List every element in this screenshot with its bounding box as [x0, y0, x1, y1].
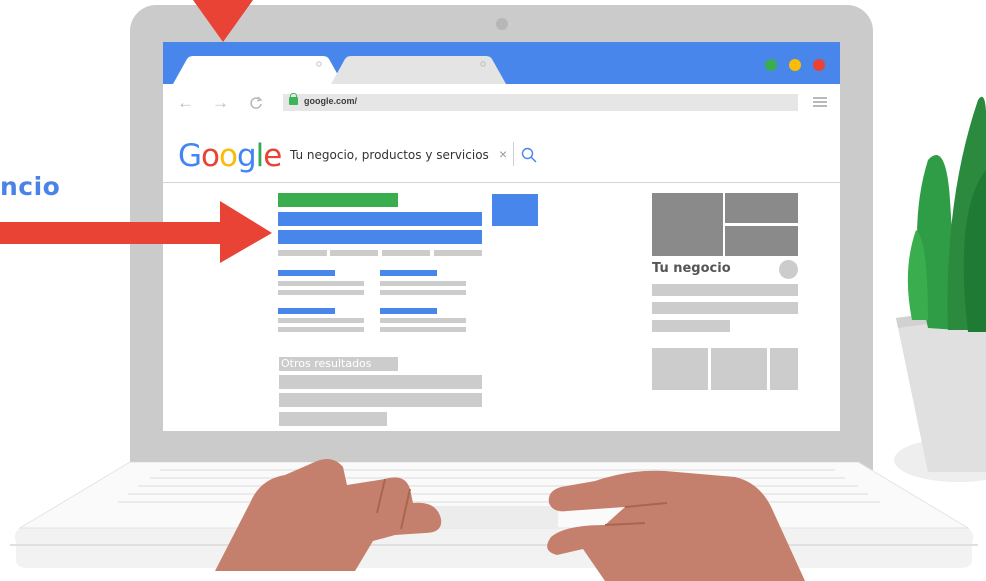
business-gallery-tile[interactable]: [652, 348, 708, 390]
ad-snippet-segment: [382, 250, 430, 256]
logo-letter: e: [263, 138, 282, 174]
menu-icon[interactable]: [813, 97, 827, 99]
forward-arrow-icon[interactable]: →: [212, 93, 229, 113]
search-icon[interactable]: [521, 147, 537, 163]
logo-letter: o: [219, 138, 238, 174]
clear-search-icon[interactable]: ×: [499, 146, 507, 162]
menu-icon-line: [813, 105, 827, 107]
business-avatar: [779, 260, 798, 279]
ad-snippet-segment: [434, 250, 482, 256]
ad-image-block[interactable]: [492, 194, 538, 226]
laptop-keyboard: [10, 462, 978, 568]
business-name: Tu negocio: [652, 261, 731, 276]
logo-letter: g: [236, 138, 257, 174]
sitelink-text: [380, 318, 466, 323]
sitelink-title[interactable]: [380, 308, 437, 314]
ad-title-bar-2[interactable]: [278, 230, 482, 244]
sitelink-text: [278, 318, 364, 323]
ad-label-bar: [278, 193, 398, 207]
business-photo-small[interactable]: [725, 193, 798, 223]
other-results-label: Otros resultados: [281, 357, 372, 370]
business-gallery-tile[interactable]: [711, 348, 767, 390]
tab-active[interactable]: [173, 56, 343, 84]
sitelink-title[interactable]: [278, 270, 335, 276]
business-info-bar: [652, 320, 730, 332]
left-hand: [215, 459, 442, 571]
tab-inactive[interactable]: [331, 56, 506, 84]
reload-icon[interactable]: [249, 96, 263, 110]
window-minimize-dot[interactable]: [765, 59, 777, 71]
potted-plant: [894, 96, 986, 482]
sitelink-text: [278, 327, 364, 332]
business-photo-main[interactable]: [652, 193, 723, 256]
logo-letter: o: [201, 138, 220, 174]
window-maximize-dot[interactable]: [789, 59, 801, 71]
business-info-bar: [652, 284, 798, 296]
sitelink-text: [380, 327, 466, 332]
lock-icon: [289, 93, 298, 105]
menu-icon-line: [813, 101, 827, 103]
organic-result-bar[interactable]: [279, 375, 482, 389]
business-gallery-tile[interactable]: [770, 348, 798, 390]
search-separator: [513, 142, 514, 166]
address-url: google.com/: [304, 96, 358, 106]
sitelink-text: [278, 290, 364, 295]
logo-letter: G: [178, 138, 202, 174]
sitelink-text: [380, 281, 466, 286]
webcam-icon: [496, 18, 508, 30]
right-arrow-icon: [0, 201, 272, 263]
back-arrow-icon[interactable]: ←: [177, 93, 194, 113]
ad-title-bar[interactable]: [278, 212, 482, 226]
address-bar[interactable]: [283, 94, 798, 111]
side-label: ncio: [0, 172, 61, 201]
organic-result-bar[interactable]: [279, 412, 387, 426]
down-arrow-icon: [193, 0, 253, 42]
ad-snippet-segment: [278, 250, 327, 256]
window-close-dot[interactable]: [813, 59, 825, 71]
sitelink-text: [278, 281, 364, 286]
right-hand: [547, 470, 805, 581]
google-logo[interactable]: Google: [178, 138, 282, 174]
business-photo-small[interactable]: [725, 226, 798, 256]
sitelink-title[interactable]: [278, 308, 335, 314]
business-info-bar: [652, 302, 798, 314]
header-divider: [163, 182, 840, 183]
search-input[interactable]: Tu negocio, productos y servicios: [290, 148, 489, 162]
organic-result-bar[interactable]: [279, 393, 482, 407]
sitelink-title[interactable]: [380, 270, 437, 276]
sitelink-text: [380, 290, 466, 295]
ad-snippet-segment: [330, 250, 378, 256]
